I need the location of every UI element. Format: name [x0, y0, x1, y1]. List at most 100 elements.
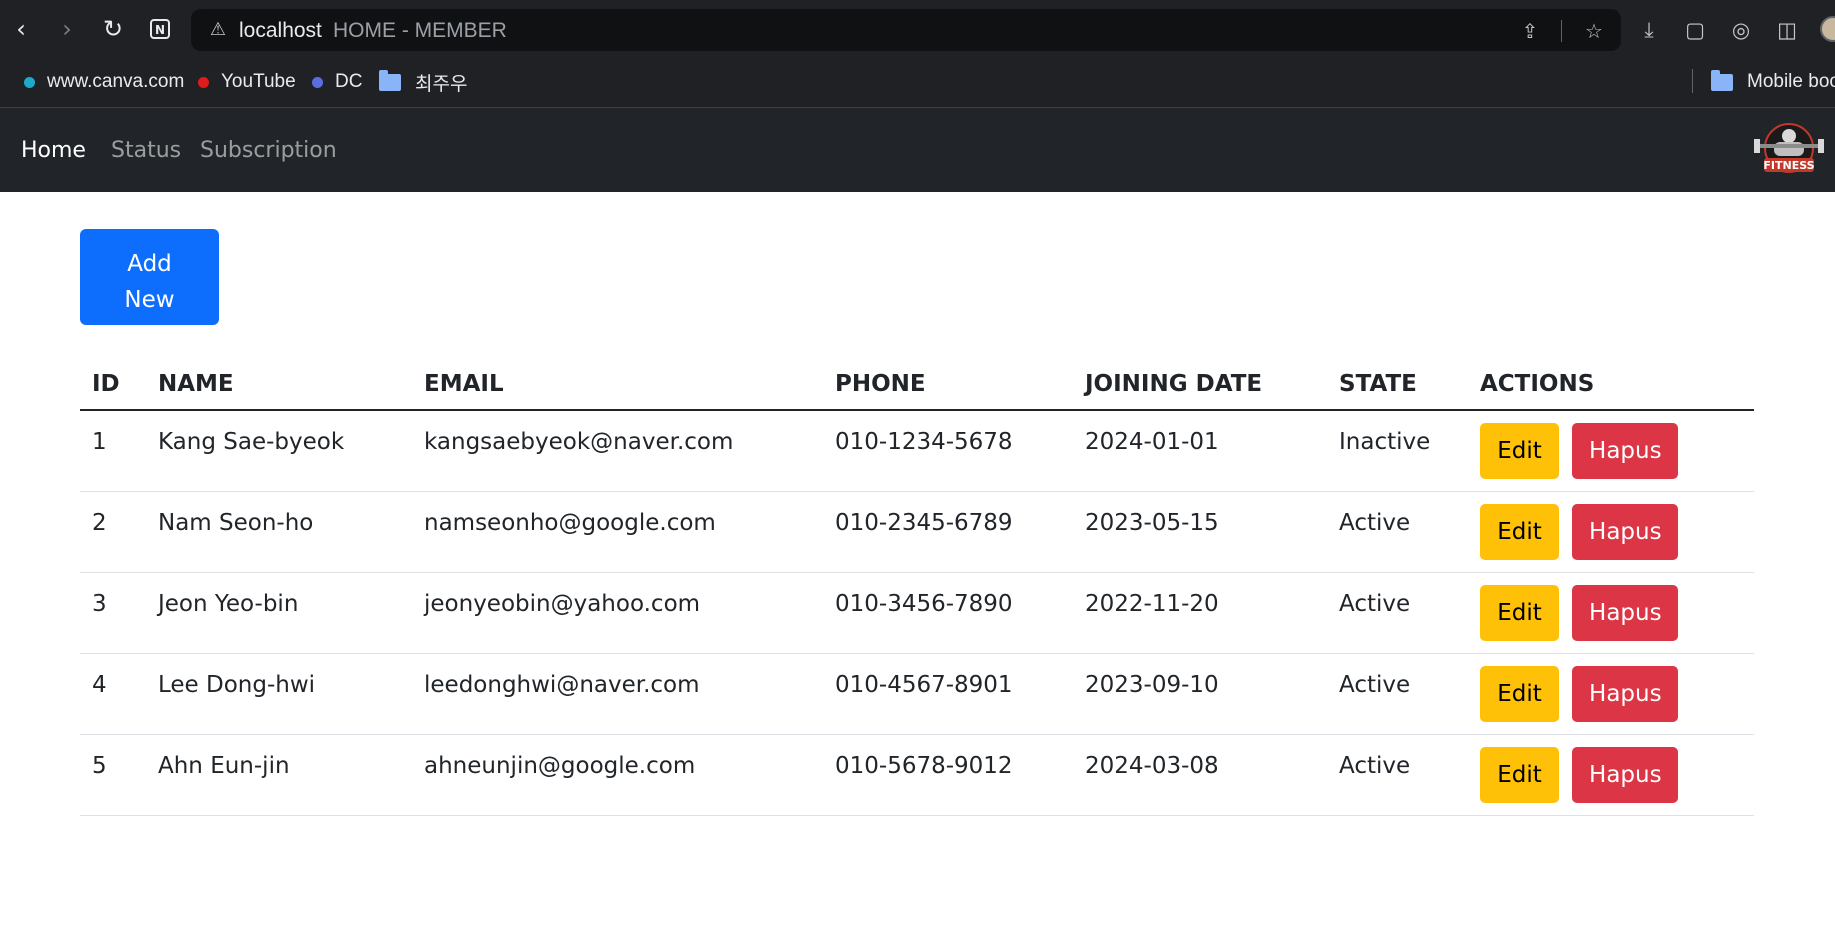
- header-email: EMAIL: [412, 358, 823, 411]
- cell-state: Active: [1327, 572, 1468, 654]
- bookmarks-bar: www.canva.com YouTube DC 최주우 Mobile book…: [0, 62, 1835, 102]
- table-row: 1 Kang Sae-byeok kangsaebyeok@naver.com …: [80, 410, 1754, 492]
- cell-phone: 010-4567-8901: [823, 653, 1073, 735]
- bookmark-youtube[interactable]: YouTube: [198, 69, 296, 95]
- header-id: ID: [80, 358, 146, 411]
- fitness-logo[interactable]: FITNESS: [1750, 118, 1828, 182]
- cell-id: 3: [80, 572, 146, 654]
- nav-subscription[interactable]: Subscription: [200, 138, 337, 163]
- bookmark-folder[interactable]: 최주우: [379, 69, 467, 95]
- add-new-label-line2: New: [124, 287, 175, 313]
- screencast-icon[interactable]: ▢: [1680, 15, 1710, 45]
- url-host: localhost: [239, 19, 322, 42]
- download-icon[interactable]: ⤓: [1634, 15, 1664, 45]
- delete-button[interactable]: Hapus: [1572, 746, 1679, 803]
- cell-name: Lee Dong-hwi: [146, 653, 412, 735]
- table-row: 5 Ahn Eun-jin ahneunjin@google.com 010-5…: [80, 734, 1754, 816]
- cell-actions: Edit Hapus: [1468, 653, 1754, 735]
- cell-actions: Edit Hapus: [1468, 410, 1754, 492]
- forward-icon[interactable]: ›: [52, 14, 82, 44]
- cell-name: Kang Sae-byeok: [146, 410, 412, 492]
- logo-text: FITNESS: [1763, 159, 1814, 172]
- cell-actions: Edit Hapus: [1468, 491, 1754, 573]
- not-secure-icon[interactable]: ⚠: [207, 19, 229, 41]
- svg-text:N: N: [155, 23, 165, 37]
- canva-icon: [24, 76, 35, 88]
- cell-phone: 010-5678-9012: [823, 734, 1073, 816]
- bookmark-label: YouTube: [221, 71, 296, 92]
- app-navbar: Home Status Subscription FITNESS: [0, 107, 1835, 192]
- cell-state: Inactive: [1327, 410, 1468, 492]
- cell-actions: Edit Hapus: [1468, 572, 1754, 654]
- omnibox-divider: [1561, 20, 1562, 42]
- back-icon[interactable]: ‹: [6, 14, 36, 44]
- bookmark-label: Mobile bookmarks: [1747, 71, 1835, 92]
- header-joining-date: JOINING DATE: [1073, 358, 1327, 411]
- cell-state: Active: [1327, 491, 1468, 573]
- cell-email: kangsaebyeok@naver.com: [412, 410, 823, 492]
- cell-name: Ahn Eun-jin: [146, 734, 412, 816]
- youtube-icon: [198, 76, 209, 88]
- cell-state: Active: [1327, 653, 1468, 735]
- profile-avatar[interactable]: [1820, 16, 1835, 42]
- bookmark-label: DC: [335, 71, 363, 92]
- cell-email: leedonghwi@naver.com: [412, 653, 823, 735]
- delete-button[interactable]: Hapus: [1572, 423, 1679, 479]
- cell-id: 1: [80, 410, 146, 492]
- edit-button[interactable]: Edit: [1480, 584, 1559, 641]
- cell-phone: 010-2345-6789: [823, 491, 1073, 573]
- add-new-label-line1: Add: [127, 251, 172, 277]
- reload-icon[interactable]: ↻: [98, 14, 128, 44]
- add-new-button[interactable]: Add New: [80, 229, 219, 325]
- header-state: STATE: [1327, 358, 1468, 411]
- bookmark-label: www.canva.com: [47, 71, 185, 92]
- table-row: 3 Jeon Yeo-bin jeonyeobin@yahoo.com 010-…: [80, 572, 1754, 654]
- cell-id: 2: [80, 491, 146, 573]
- cell-name: Jeon Yeo-bin: [146, 572, 412, 654]
- edit-button[interactable]: Edit: [1480, 746, 1559, 803]
- screenshot-icon[interactable]: ◎: [1726, 15, 1756, 45]
- table-row: 4 Lee Dong-hwi leedonghwi@naver.com 010-…: [80, 653, 1754, 735]
- cell-joining-date: 2022-11-20: [1073, 572, 1327, 654]
- members-table: ID NAME EMAIL PHONE JOINING DATE STATE A…: [80, 358, 1754, 816]
- cell-phone: 010-1234-5678: [823, 410, 1073, 492]
- bookmark-mobile[interactable]: Mobile bookmarks: [1711, 69, 1835, 95]
- cell-email: namseonho@google.com: [412, 491, 823, 573]
- cell-state: Active: [1327, 734, 1468, 816]
- address-bar[interactable]: ⚠ localhost HOME - MEMBER ⇪ ☆: [191, 9, 1621, 51]
- bookmark-canva[interactable]: www.canva.com: [24, 69, 184, 95]
- cell-phone: 010-3456-7890: [823, 572, 1073, 654]
- cell-email: ahneunjin@google.com: [412, 734, 823, 816]
- share-icon[interactable]: ⇪: [1516, 17, 1544, 45]
- edit-button[interactable]: Edit: [1480, 503, 1559, 560]
- delete-button[interactable]: Hapus: [1572, 503, 1679, 560]
- cell-joining-date: 2023-05-15: [1073, 491, 1327, 573]
- notion-icon[interactable]: N: [145, 14, 175, 44]
- table-header-row: ID NAME EMAIL PHONE JOINING DATE STATE A…: [80, 358, 1754, 411]
- dc-icon: [312, 76, 323, 88]
- delete-button[interactable]: Hapus: [1572, 584, 1679, 641]
- cell-joining-date: 2024-03-08: [1073, 734, 1327, 816]
- folder-icon: [1711, 69, 1733, 91]
- folder-icon: [379, 69, 401, 91]
- url-page-title: HOME - MEMBER: [333, 19, 507, 42]
- split-view-icon[interactable]: ◫: [1772, 15, 1802, 45]
- bookmark-label: 최주우: [415, 73, 468, 95]
- edit-button[interactable]: Edit: [1480, 665, 1559, 722]
- browser-chrome: ‹ › ↻ N ⚠ localhost HOME - MEMBER ⇪ ☆ ⤓ …: [0, 0, 1835, 107]
- delete-button[interactable]: Hapus: [1572, 665, 1679, 722]
- browser-toolbar: ‹ › ↻ N ⚠ localhost HOME - MEMBER ⇪ ☆ ⤓ …: [0, 0, 1835, 60]
- favorites-icon[interactable]: ☆: [1580, 17, 1608, 45]
- cell-id: 4: [80, 653, 146, 735]
- cell-actions: Edit Hapus: [1468, 734, 1754, 816]
- edit-button[interactable]: Edit: [1480, 423, 1559, 479]
- cell-email: jeonyeobin@yahoo.com: [412, 572, 823, 654]
- bookmark-dc[interactable]: DC: [312, 69, 362, 95]
- header-actions: ACTIONS: [1468, 358, 1754, 411]
- nav-status[interactable]: Status: [111, 138, 181, 163]
- cell-id: 5: [80, 734, 146, 816]
- header-name: NAME: [146, 358, 412, 411]
- header-phone: PHONE: [823, 358, 1073, 411]
- cell-name: Nam Seon-ho: [146, 491, 412, 573]
- nav-home[interactable]: Home: [21, 138, 86, 163]
